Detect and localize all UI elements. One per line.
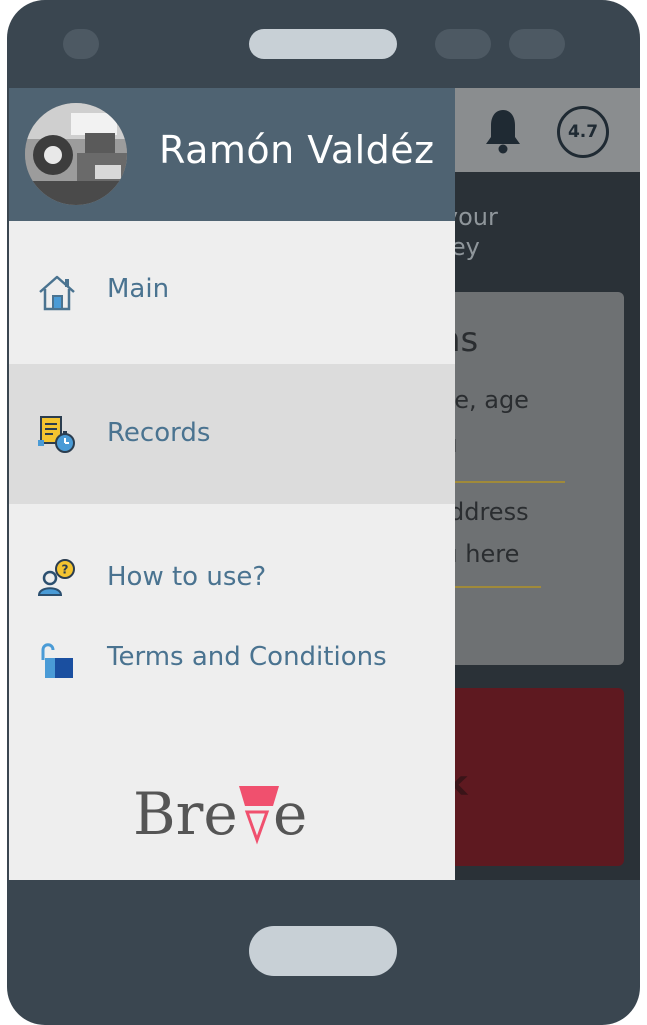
app-screen: 4.7 d your oney ns ne, age ı ddress ı he… <box>9 88 640 880</box>
camera-sensor <box>63 29 99 59</box>
navigation-drawer: Ramón Valdéz Main Records ? How to use? … <box>9 88 455 880</box>
svg-text:e: e <box>273 780 307 848</box>
background-card-line: ddress <box>449 498 529 526</box>
home-icon <box>39 275 75 311</box>
menu-item-records[interactable]: Records <box>9 364 455 504</box>
records-timer-icon <box>38 416 75 453</box>
menu-item-label: Main <box>107 274 170 304</box>
menu-item-label: Terms and Conditions <box>107 642 387 672</box>
bell-icon[interactable] <box>483 108 523 154</box>
menu-item-terms[interactable]: Terms and Conditions <box>9 618 455 698</box>
help-person-icon: ? <box>37 559 75 596</box>
unlocked-padlock-icon <box>41 643 73 678</box>
light-sensor <box>509 29 565 59</box>
menu-item-main[interactable]: Main <box>9 221 455 361</box>
menu-item-label: Records <box>107 418 211 448</box>
avatar[interactable] <box>25 103 127 205</box>
svg-text:?: ? <box>62 563 69 577</box>
phone-speaker <box>249 29 397 59</box>
rating-badge[interactable]: 4.7 <box>557 106 609 158</box>
home-button[interactable] <box>249 926 397 976</box>
menu-item-label: How to use? <box>107 562 267 592</box>
menu-item-how-to-use[interactable]: ? How to use? <box>9 528 455 608</box>
drawer-header: Ramón Valdéz <box>9 88 455 221</box>
user-name: Ramón Valdéz <box>159 128 435 172</box>
background-card-line: ı here <box>451 540 520 568</box>
divider <box>439 481 565 483</box>
proximity-sensor <box>435 29 491 59</box>
breve-logo: Bre e <box>133 780 307 848</box>
phone-top-bar <box>7 0 640 88</box>
svg-text:Bre: Bre <box>133 780 238 848</box>
